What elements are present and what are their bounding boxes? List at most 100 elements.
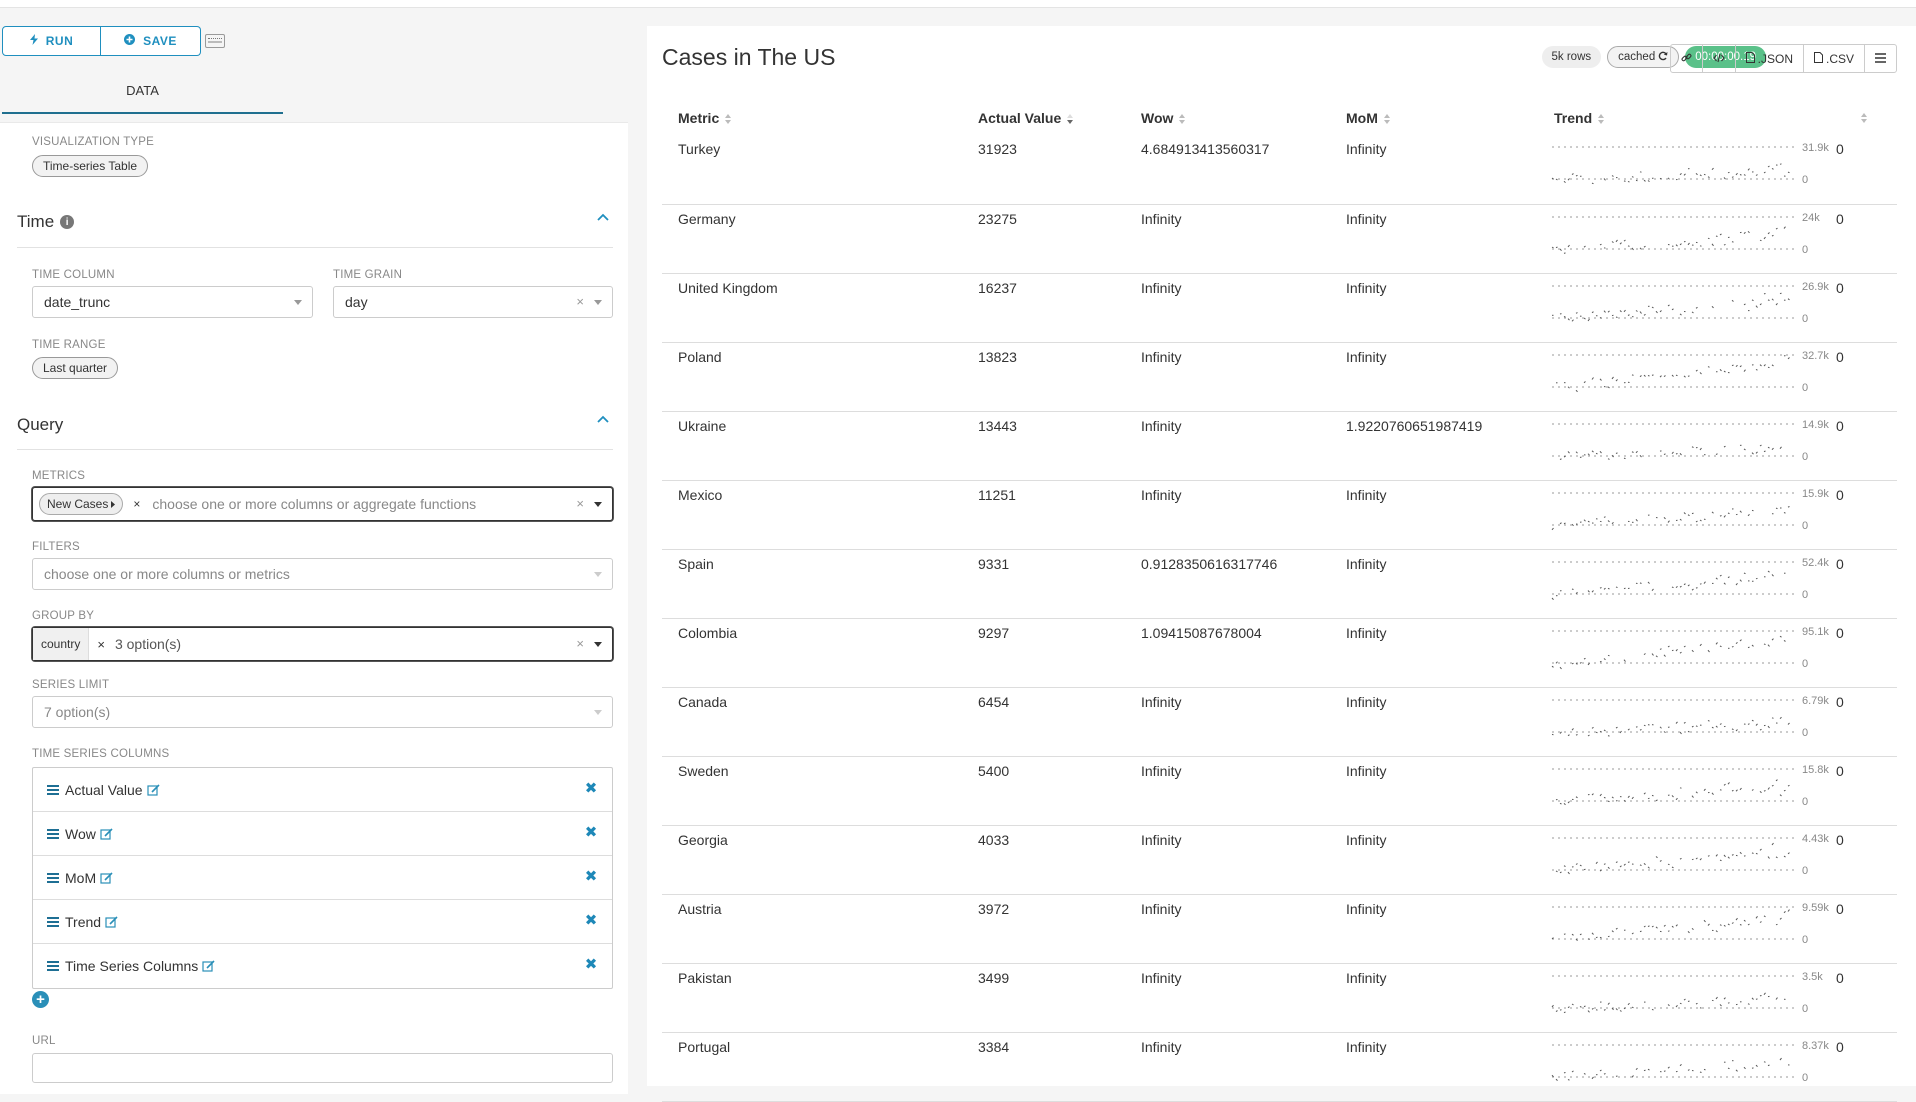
ts-columns-list: Actual Value ✖ Wow ✖ MoM ✖ Trend ✖ [32,767,613,989]
embed-code-button[interactable] [1703,45,1736,72]
cached-badge[interactable]: cached [1607,46,1679,68]
table-row: Colombia92971.09415087678004Infinity95.1… [662,618,1897,687]
time-range-pill[interactable]: Last quarter [32,357,118,379]
sort-icon[interactable] [1179,114,1185,124]
metric-chip[interactable]: New Cases [39,493,123,515]
filters-select[interactable]: choose one or more columns or metrics [32,558,613,590]
ts-column-item[interactable]: Trend ✖ [33,900,612,944]
column-header[interactable]: Wow [1125,101,1330,135]
metric-cell: Germany [662,204,962,273]
rows-badge: 5k rows [1542,46,1602,68]
chevron-down-icon [594,572,602,577]
metric-chip-label: New Cases [47,497,108,511]
drag-handle-icon[interactable] [47,829,59,839]
info-icon[interactable]: i [60,215,74,229]
metrics-select[interactable]: New Cases × choose one or more columns o… [32,487,613,521]
wow-cell: Infinity [1125,480,1330,549]
viz-type-pill[interactable]: Time-series Table [32,155,148,177]
ts-column-item[interactable]: Time Series Columns ✖ [33,944,612,988]
trend-value: 0 [1836,487,1844,503]
sparkline: 9.59k0 [1544,895,1844,963]
actual-value-cell: 16237 [962,273,1125,342]
refresh-icon[interactable] [1658,51,1668,64]
actual-value-cell: 13823 [962,342,1125,411]
menu-button[interactable] [1865,45,1896,72]
query-section-title[interactable]: Query [17,415,63,435]
link-button[interactable] [1671,45,1703,72]
delete-icon[interactable]: ✖ [584,914,598,928]
export-json-button[interactable]: .JSON [1736,45,1804,72]
tab-data[interactable]: DATA [2,68,283,114]
sparkline-min-label: 0 [1802,1003,1808,1015]
keyboard-icon[interactable] [205,34,225,48]
chevron-up-icon[interactable] [597,415,609,427]
delete-icon[interactable]: ✖ [584,826,598,840]
column-header[interactable]: Actual Value [962,101,1125,135]
sparkline-min-label: 0 [1802,727,1808,739]
series-limit-label: SERIES LIMIT [32,679,109,691]
chevron-up-icon[interactable] [597,213,609,225]
export-csv-button[interactable]: .CSV [1804,45,1865,72]
groupby-select[interactable]: country × 3 option(s) × [32,627,613,661]
trend-cell: 14.9k00 [1538,411,1897,480]
edit-icon[interactable] [105,915,119,929]
sparkline-min-label: 0 [1802,589,1808,601]
sparkline-min-label: 0 [1802,934,1808,946]
edit-icon[interactable] [147,783,161,797]
groupby-options: 3 option(s) [115,636,181,652]
drag-handle-icon[interactable] [47,961,59,971]
sort-icon[interactable] [1384,114,1390,124]
sort-icon[interactable] [1861,113,1867,123]
bolt-icon [30,34,38,48]
column-header[interactable]: Metric [662,101,962,135]
table-row: Portugal3384InfinityInfinity8.37k00 [662,1032,1897,1101]
sort-desc-icon[interactable] [1067,114,1073,124]
clear-icon[interactable]: × [576,496,584,511]
ts-column-item[interactable]: Actual Value ✖ [33,768,612,812]
edit-icon[interactable] [100,827,114,841]
sparkline: 14.9k0 [1544,412,1844,480]
remove-groupby-icon[interactable]: × [97,637,105,652]
sort-icon[interactable] [725,114,731,124]
viz-type-label: VISUALIZATION TYPE [32,136,154,148]
ts-column-item[interactable]: Wow ✖ [33,812,612,856]
clear-icon[interactable]: × [576,636,584,651]
save-button[interactable]: SAVE [101,26,201,56]
trend-value: 0 [1836,349,1844,365]
groupby-chip-label: country [41,637,80,651]
column-header[interactable]: Trend [1538,101,1897,135]
edit-icon[interactable] [100,871,114,885]
trend-value: 0 [1836,763,1844,779]
sort-icon[interactable] [1598,114,1604,124]
groupby-chip[interactable]: country [33,628,89,660]
trend-value: 0 [1836,280,1844,296]
column-header[interactable]: MoM [1330,101,1538,135]
drag-handle-icon[interactable] [47,873,59,883]
metric-cell: Turkey [662,135,962,204]
run-button[interactable]: RUN [2,26,101,56]
url-input[interactable] [32,1053,613,1083]
sparkline-min-label: 0 [1802,520,1808,532]
time-grain-select[interactable]: day × [333,286,613,318]
wow-cell: Infinity [1125,342,1330,411]
edit-icon[interactable] [202,959,216,973]
trend-value: 0 [1836,556,1844,572]
time-section-title[interactable]: Time i [17,212,74,232]
drag-handle-icon[interactable] [47,917,59,927]
time-column-select[interactable]: date_trunc [32,286,313,318]
drag-handle-icon[interactable] [47,785,59,795]
table-row: Ukraine13443Infinity1.922076065198741914… [662,411,1897,480]
remove-metric-icon[interactable]: × [129,491,144,517]
mom-cell: Infinity [1330,894,1538,963]
delete-icon[interactable]: ✖ [584,782,598,796]
table-row: Sweden5400InfinityInfinity15.8k00 [662,756,1897,825]
metric-cell: Ukraine [662,411,962,480]
ts-column-item[interactable]: MoM ✖ [33,856,612,900]
add-column-icon[interactable]: + [32,991,49,1008]
delete-icon[interactable]: ✖ [584,870,598,884]
series-limit-select[interactable]: 7 option(s) [32,696,613,728]
chart-title: Cases in The US [662,44,835,71]
clear-icon[interactable]: × [576,294,584,309]
delete-icon[interactable]: ✖ [584,958,598,972]
sparkline: 32.7k0 [1544,343,1844,411]
